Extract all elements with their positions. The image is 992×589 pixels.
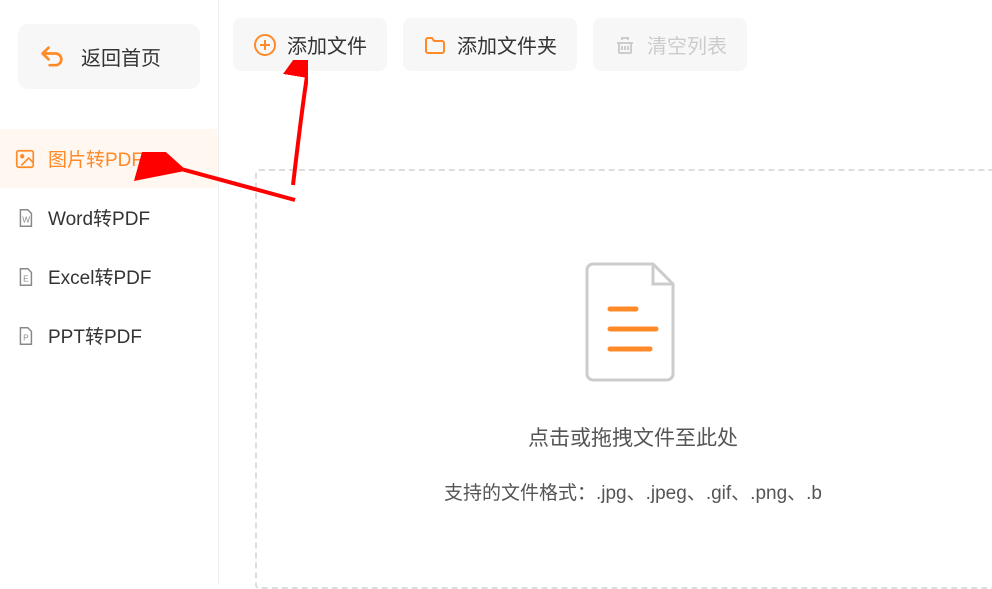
svg-text:E: E: [23, 274, 29, 283]
back-button[interactable]: 返回首页: [18, 24, 200, 89]
clear-list-button[interactable]: 清空列表: [593, 18, 747, 71]
ppt-icon: P: [14, 325, 36, 347]
add-folder-button[interactable]: 添加文件夹: [403, 18, 577, 71]
svg-text:P: P: [23, 333, 29, 342]
sidebar-item-image-to-pdf[interactable]: 图片转PDF: [0, 129, 218, 188]
back-arrow-icon: [38, 43, 66, 71]
word-icon: W: [14, 207, 36, 229]
toolbar: 添加文件 添加文件夹 清空列表: [219, 0, 992, 89]
sidebar: 返回首页 图片转PDF W Word转PDF E Excel转PDF P PPT…: [0, 0, 219, 584]
sidebar-item-word-to-pdf[interactable]: W Word转PDF: [0, 188, 218, 247]
sidebar-item-label: Word转PDF: [48, 204, 150, 231]
back-label: 返回首页: [81, 42, 161, 71]
svg-text:W: W: [22, 215, 30, 224]
folder-icon: [423, 33, 447, 57]
sidebar-item-excel-to-pdf[interactable]: E Excel转PDF: [0, 247, 218, 306]
main-area: 添加文件 添加文件夹 清空列表 点击或拖拽文件至此处 支持的文件格式：.jpg、…: [219, 0, 992, 584]
sidebar-item-label: Excel转PDF: [48, 263, 151, 290]
add-file-button[interactable]: 添加文件: [233, 18, 387, 71]
dropzone-formats: 支持的文件格式：.jpg、.jpeg、.gif、.png、.b: [444, 478, 822, 505]
dropzone-hint: 点击或拖拽文件至此处: [528, 422, 738, 452]
file-illustration-icon: [578, 254, 688, 384]
add-file-label: 添加文件: [287, 30, 367, 59]
sidebar-item-label: PPT转PDF: [48, 322, 142, 349]
add-folder-label: 添加文件夹: [457, 30, 557, 59]
image-icon: [14, 148, 36, 170]
plus-circle-icon: [253, 33, 277, 57]
sidebar-item-label: 图片转PDF: [48, 145, 143, 172]
sidebar-item-ppt-to-pdf[interactable]: P PPT转PDF: [0, 306, 218, 365]
clear-list-label: 清空列表: [647, 30, 727, 59]
clear-icon: [613, 33, 637, 57]
dropzone[interactable]: 点击或拖拽文件至此处 支持的文件格式：.jpg、.jpeg、.gif、.png、…: [255, 169, 992, 589]
excel-icon: E: [14, 266, 36, 288]
